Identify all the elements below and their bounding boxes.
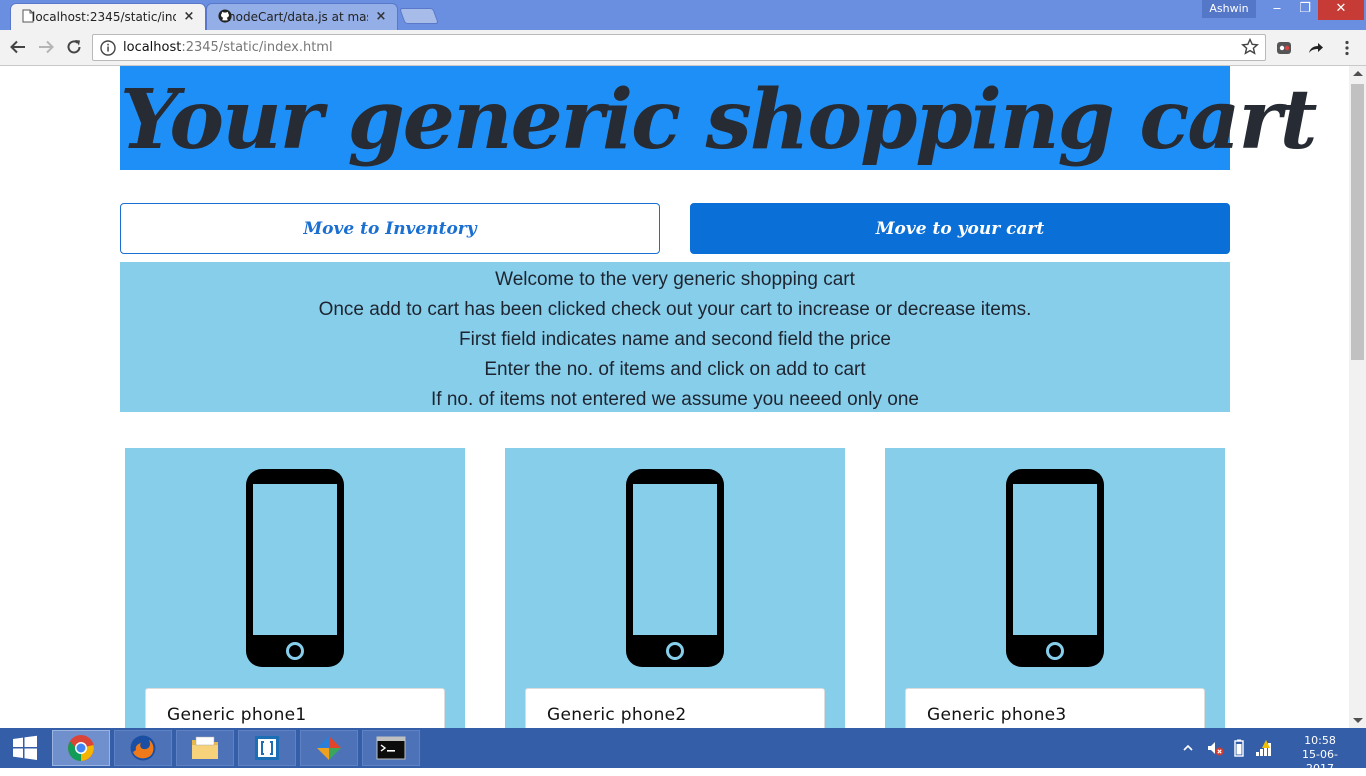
product-name-field[interactable]: Generic phone3: [905, 688, 1205, 728]
maximize-button[interactable]: ❐: [1290, 0, 1320, 20]
menu-button[interactable]: [1336, 37, 1358, 59]
start-button[interactable]: [0, 728, 50, 768]
reload-button[interactable]: [63, 36, 85, 58]
tray-expand-chevron-icon[interactable]: [1182, 742, 1194, 754]
file-explorer-icon: [192, 736, 218, 759]
smartphone-icon: [246, 469, 344, 667]
address-bar[interactable]: localhost:2345/static/index.html: [92, 34, 1266, 61]
tab-title: nodeCart/data.js at mast: [228, 9, 368, 24]
url-host: localhost: [123, 40, 182, 55]
vertical-scrollbar[interactable]: [1349, 66, 1366, 728]
product-name-field[interactable]: Generic phone2: [525, 688, 825, 728]
instruction-line: Once add to cart has been clicked check …: [318, 299, 1032, 320]
taskbar-brackets[interactable]: [238, 730, 296, 766]
chrome-icon: [68, 735, 94, 762]
extension-icon: [1277, 42, 1291, 54]
info-icon[interactable]: [99, 39, 117, 57]
product-name: Generic phone1: [167, 705, 307, 725]
firefox-icon: [130, 735, 156, 761]
taskbar-firefox[interactable]: [114, 730, 172, 766]
tab-close-button[interactable]: ×: [182, 9, 196, 24]
forward-button[interactable]: [35, 36, 57, 58]
clock-date: 15-06-2017: [1302, 748, 1338, 775]
tab-title: localhost:2345/static/ind: [32, 9, 176, 24]
kebab-menu-icon: [1345, 40, 1349, 56]
instructions-panel: Welcome to the very generic shopping car…: [120, 262, 1230, 412]
browser-toolbar: localhost:2345/static/index.html: [0, 30, 1366, 66]
product-name: Generic phone3: [927, 705, 1067, 725]
product-card: Generic phone3: [885, 448, 1225, 728]
battery-icon[interactable]: [1232, 739, 1246, 757]
instruction-line: Enter the no. of items and click on add …: [484, 359, 866, 380]
page-viewport: Your generic shopping cart Move to Inven…: [0, 66, 1349, 728]
product-name-field[interactable]: Generic phone1: [145, 688, 445, 728]
git-icon: [317, 736, 341, 760]
scroll-down-arrow-icon[interactable]: [1353, 718, 1363, 723]
share-arrow-icon: [1309, 43, 1323, 53]
back-button[interactable]: [7, 36, 29, 58]
instruction-line: Welcome to the very generic shopping car…: [495, 269, 855, 290]
scroll-up-arrow-icon[interactable]: [1353, 71, 1363, 76]
back-arrow-icon: [10, 40, 25, 54]
move-to-inventory-button[interactable]: Move to Inventory: [120, 203, 660, 254]
smartphone-icon: [1006, 469, 1104, 667]
instruction-line: If no. of items not entered we assume yo…: [431, 389, 919, 410]
scrollbar-thumb[interactable]: [1351, 84, 1364, 360]
windows-logo-icon: [13, 735, 37, 760]
product-name: Generic phone2: [547, 705, 687, 725]
tab-localhost[interactable]: localhost:2345/static/ind ×: [10, 3, 206, 30]
minimize-button[interactable]: ‒: [1262, 0, 1292, 20]
close-window-button[interactable]: ✕: [1318, 0, 1364, 20]
volume-muted-icon[interactable]: [1206, 739, 1224, 757]
share-button[interactable]: [1305, 37, 1327, 59]
bookmark-star-icon[interactable]: [1241, 38, 1259, 56]
product-card: Generic phone2: [505, 448, 845, 728]
move-to-cart-button[interactable]: Move to your cart: [690, 203, 1230, 254]
smartphone-icon: [626, 469, 724, 667]
extension-button[interactable]: [1273, 37, 1295, 59]
network-signal-icon[interactable]: [1254, 739, 1274, 757]
clock-time: 10:58: [1304, 734, 1336, 747]
tab-close-button[interactable]: ×: [374, 9, 388, 24]
url-path: :2345/static/index.html: [181, 40, 333, 55]
forward-arrow-icon: [39, 40, 54, 54]
page-title: Your generic shopping cart: [120, 72, 1318, 168]
taskbar-git[interactable]: [300, 730, 358, 766]
brackets-icon: [255, 736, 279, 760]
profile-name-button[interactable]: Ashwin: [1202, 0, 1256, 18]
taskbar-command-prompt[interactable]: [362, 730, 420, 766]
taskbar-file-explorer[interactable]: [176, 730, 234, 766]
system-tray: [1182, 728, 1274, 768]
tab-github[interactable]: nodeCart/data.js at mast ×: [206, 3, 398, 30]
cmd-icon: [376, 736, 406, 760]
reload-icon: [67, 40, 81, 54]
new-tab-button[interactable]: [399, 8, 439, 24]
system-clock[interactable]: 10:58 15-06-2017: [1290, 734, 1350, 776]
windows-taskbar: 10:58 15-06-2017: [0, 728, 1366, 775]
product-card: Generic phone1: [125, 448, 465, 728]
browser-titlebar: localhost:2345/static/ind × nodeCart/dat…: [0, 0, 1366, 30]
taskbar-chrome[interactable]: [52, 730, 110, 766]
instruction-line: First field indicates name and second fi…: [459, 329, 891, 350]
